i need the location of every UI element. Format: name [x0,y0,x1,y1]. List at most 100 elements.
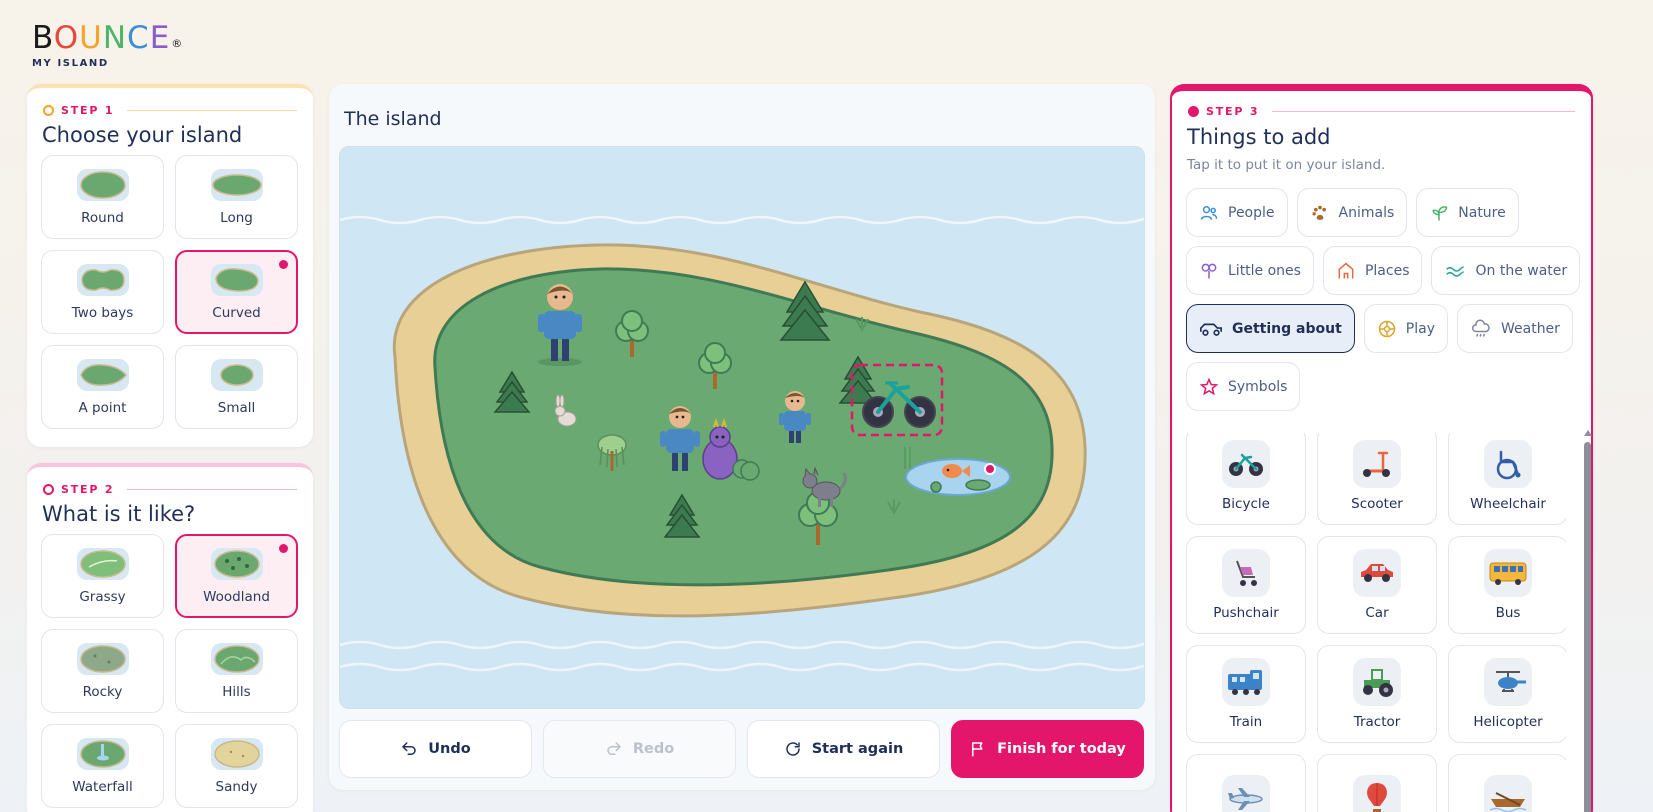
brand-subtitle: MY ISLAND [32,58,109,69]
sandy-thumbnail [210,737,263,770]
item-wheelchair[interactable]: Wheelchair [1448,433,1566,525]
rowing-boat-icon [1489,792,1527,812]
island-shape-round[interactable]: Round [41,155,164,239]
island-shape-two-bays[interactable]: Two bays [41,250,164,334]
item-scooter[interactable]: Scooter [1317,433,1437,525]
terrain-rocky[interactable]: Rocky [41,629,164,713]
undo-icon [402,742,417,755]
island-title: The island [344,108,442,130]
category-getting-about[interactable]: Getting about [1186,304,1355,353]
selected-dot-icon [279,544,288,553]
rocky-thumbnail [76,642,129,675]
step3-panel: STEP 3 Things to add Tap it to put it on… [1170,84,1593,812]
island-shape-a-point[interactable]: A point [41,345,164,429]
item-bicycle[interactable]: Bicycle [1186,433,1306,525]
pushchair-icon [1236,560,1257,586]
step-indicator-icon [43,484,54,495]
finish-button[interactable]: Finish for today [951,720,1144,778]
item-pushchair[interactable]: Pushchair [1186,536,1306,634]
step3-header: STEP 3 [1188,105,1575,118]
terrain-waterfall[interactable]: Waterfall [41,724,164,808]
category-little-ones[interactable]: Little ones [1186,246,1314,295]
scooter-icon [1363,451,1390,477]
people-icon [1200,205,1218,220]
small-island-thumbnail [210,358,263,391]
category-nature[interactable]: Nature [1416,188,1519,237]
category-people[interactable]: People [1186,188,1288,237]
category-animals[interactable]: Animals [1296,188,1408,237]
bus-icon [1489,562,1527,585]
step2-panel: STEP 2 What is it like? Grassy Woodland … [27,463,313,812]
category-on-the-water[interactable]: On the water [1431,246,1581,295]
island-grass [433,267,1054,587]
wheelchair-icon [1496,450,1521,480]
waves-icon [1446,265,1465,277]
pond-with-fish[interactable] [905,458,1011,496]
round-island-thumbnail [76,168,129,201]
curved-island-thumbnail [210,263,263,296]
island-shape-curved[interactable]: Curved [175,250,298,334]
train-icon [1228,670,1262,695]
undo-button[interactable]: Undo [339,720,532,778]
step-indicator-icon [43,105,54,116]
scroll-up-arrow-icon[interactable] [1584,430,1592,436]
step-label: STEP 3 [1206,105,1260,118]
hills-thumbnail [210,642,263,675]
cloud-rain-icon [1471,319,1490,337]
item-bus[interactable]: Bus [1448,536,1566,634]
step2-header: STEP 2 [43,483,297,496]
item-plane[interactable] [1186,754,1306,812]
step3-hint: Tap it to put it on your island. [1187,157,1386,173]
redo-button[interactable]: Redo [543,720,736,778]
helicopter-icon [1496,671,1526,692]
item-tractor[interactable]: Tractor [1317,645,1437,743]
refresh-icon [786,742,800,756]
sprout-icon [1432,205,1448,220]
woodland-thumbnail [210,547,263,580]
divider [1272,111,1575,112]
items-scrollbar[interactable] [1584,430,1592,812]
item-rowing-boat[interactable] [1448,754,1566,812]
selected-dot-icon [279,260,288,269]
island-shape-small[interactable]: Small [175,345,298,429]
step1-title: Choose your island [42,123,243,147]
item-train[interactable]: Train [1186,645,1306,743]
island-shape-long[interactable]: Long [175,155,298,239]
plane-icon [1228,788,1263,810]
terrain-hills[interactable]: Hills [175,629,298,713]
star-icon [1199,377,1219,395]
flag-icon [972,742,983,757]
grassy-thumbnail [76,547,129,580]
item-hot-air-balloon[interactable] [1317,754,1437,812]
category-places[interactable]: Places [1322,246,1423,295]
start-again-button[interactable]: Start again [747,720,940,778]
item-helicopter[interactable]: Helicopter [1448,645,1566,743]
redo-icon [607,742,621,755]
terrain-sandy[interactable]: Sandy [175,724,298,808]
logo: BOUNCE® MY ISLAND [32,20,182,69]
rattle-icon [1201,263,1217,278]
long-island-thumbnail [210,168,263,201]
car-item-icon [1361,564,1393,582]
divider [127,110,297,111]
terrain-grassy[interactable]: Grassy [41,534,164,618]
step3-title: Things to add [1187,125,1331,149]
bicycle-icon [1229,453,1263,476]
step1-panel: STEP 1 Choose your island Round Long Two… [27,84,313,447]
ball-icon [1378,320,1396,337]
category-weather[interactable]: Weather [1456,304,1573,353]
point-island-thumbnail [76,358,129,391]
items-list[interactable]: Bicycle Scooter Wheelchair Pushchair Car… [1186,433,1566,812]
scrollbar-thumb[interactable] [1584,442,1591,812]
island-canvas[interactable] [339,146,1145,709]
category-symbols[interactable]: Symbols [1186,362,1301,411]
item-car[interactable]: Car [1317,536,1437,634]
step-label: STEP 1 [61,104,115,117]
waterfall-thumbnail [76,737,129,770]
island-panel: The island Undo Redo Start again Finish … [329,84,1155,790]
category-play[interactable]: Play [1363,304,1448,353]
step2-title: What is it like? [42,502,196,526]
terrain-woodland[interactable]: Woodland [175,534,298,618]
two-bays-island-thumbnail [76,263,129,296]
paw-icon [1312,205,1326,220]
